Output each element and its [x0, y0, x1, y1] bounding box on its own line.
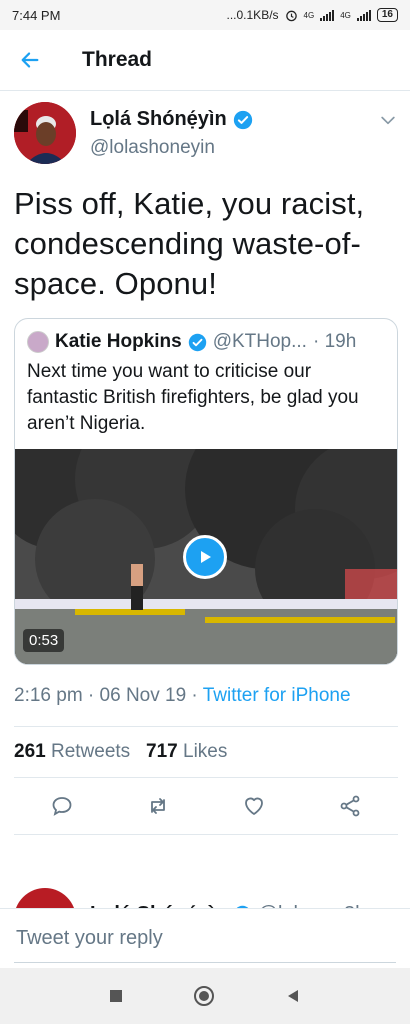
- divider: [14, 834, 398, 835]
- signal-icon-2: [356, 9, 371, 21]
- quoted-tweet[interactable]: Katie Hopkins @KTHop... · 19h Next time …: [14, 318, 398, 665]
- retweet-button[interactable]: [146, 794, 170, 818]
- tweet-source-link[interactable]: Twitter for iPhone: [203, 685, 351, 706]
- reply-button[interactable]: [50, 794, 74, 818]
- reply-input[interactable]: [14, 926, 396, 951]
- play-icon: [201, 551, 211, 563]
- heart-icon: [245, 797, 263, 815]
- verified-badge-icon: [188, 333, 206, 351]
- page-title: Thread: [82, 48, 153, 71]
- video-thumbnail[interactable]: 0:53: [15, 449, 397, 664]
- reply-icon: [52, 797, 72, 816]
- quoted-author-handle: @KTHop...: [212, 331, 307, 352]
- likes-count[interactable]: 717: [146, 741, 178, 762]
- chevron-down-icon[interactable]: [378, 110, 398, 130]
- reply-composer: [0, 908, 410, 968]
- status-icons: ...0.1KB/s 4G 4G 16: [226, 8, 398, 22]
- back-nav-icon[interactable]: [285, 988, 301, 1004]
- quoted-time: · 19h: [312, 331, 357, 352]
- tweet-text: Piss off, Katie, you racist, condescendi…: [14, 186, 365, 301]
- tweet-stats: 261 Retweets 717 Likes: [14, 727, 398, 777]
- tweet-timestamp: 2:16 pm · 06 Nov 19 ·: [14, 685, 203, 706]
- like-button[interactable]: [242, 794, 266, 818]
- video-duration: 0:53: [23, 629, 65, 652]
- network-speed: ...0.1KB/s: [226, 8, 279, 22]
- signal-icon: [320, 9, 335, 21]
- home-icon[interactable]: [193, 985, 215, 1007]
- composer-underline: [14, 962, 396, 963]
- share-icon: [340, 795, 360, 817]
- retweets-count[interactable]: 261: [14, 741, 46, 762]
- verified-badge-icon: [233, 110, 252, 129]
- avatar-portrait-icon: [14, 102, 76, 164]
- alarm-icon: [285, 10, 297, 21]
- battery-indicator: 16: [376, 8, 398, 22]
- status-bar: 7:44 PM ...0.1KB/s 4G 4G 16: [0, 0, 410, 30]
- quoted-tweet-header: Katie Hopkins @KTHop... · 19h: [15, 319, 397, 353]
- quoted-text: Next time you want to criticise our fant…: [27, 361, 359, 434]
- back-arrow-icon: [21, 52, 39, 68]
- retweets-label[interactable]: Retweets: [51, 741, 130, 762]
- play-button[interactable]: [183, 535, 227, 579]
- recents-icon[interactable]: [109, 989, 123, 1003]
- tweet-meta: 2:16 pm · 06 Nov 19 · Twitter for iPhone: [14, 681, 398, 710]
- tweet-author-row: Lọlá Shónẹ́yìn @lolashoneyin: [14, 102, 398, 164]
- system-nav-bar: [0, 968, 410, 1024]
- quoted-author-name: Katie Hopkins: [55, 331, 182, 352]
- top-app-bar: Thread: [0, 30, 410, 91]
- author-name[interactable]: Lọlá Shónẹ́yìn: [90, 108, 227, 131]
- network-type-2: 4G: [340, 10, 351, 20]
- tweet-actions: [14, 778, 398, 834]
- share-button[interactable]: [338, 794, 362, 818]
- retweet-icon: [151, 798, 165, 814]
- status-time: 7:44 PM: [12, 7, 61, 23]
- main-tweet: Lọlá Shónẹ́yìn @lolashoneyin Piss off, K…: [14, 102, 398, 835]
- back-button[interactable]: [14, 44, 46, 76]
- network-type-1: 4G: [303, 10, 315, 20]
- author-handle[interactable]: @lolashoneyin: [90, 137, 378, 159]
- likes-label[interactable]: Likes: [183, 741, 227, 762]
- quoted-avatar: [27, 331, 49, 353]
- avatar[interactable]: [14, 102, 76, 164]
- author-names: Lọlá Shónẹ́yìn @lolashoneyin: [90, 102, 378, 159]
